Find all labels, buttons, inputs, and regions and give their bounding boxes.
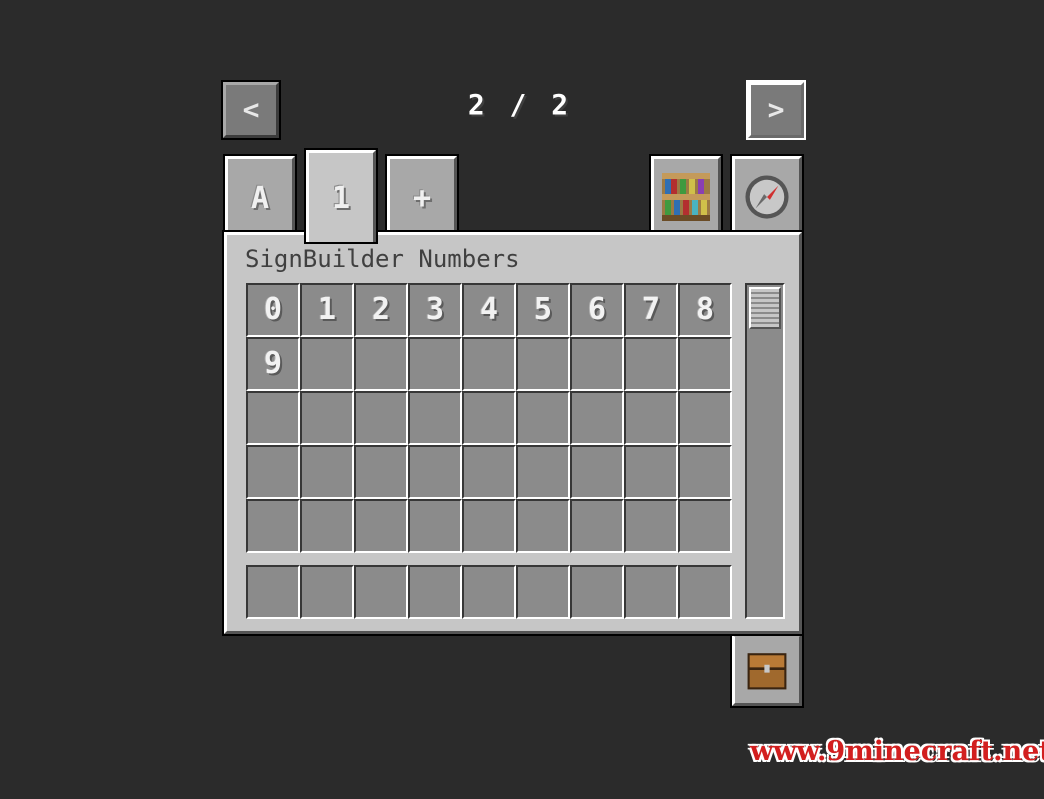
empty-slot[interactable] bbox=[408, 499, 462, 553]
hotbar-slot[interactable] bbox=[408, 565, 462, 619]
empty-slot[interactable] bbox=[462, 391, 516, 445]
hotbar-slot[interactable] bbox=[246, 565, 300, 619]
tab-compass[interactable] bbox=[730, 154, 804, 236]
empty-slot[interactable] bbox=[624, 337, 678, 391]
hotbar-slot[interactable] bbox=[570, 565, 624, 619]
empty-slot[interactable] bbox=[300, 337, 354, 391]
item-slot-number[interactable]: 3 bbox=[408, 283, 462, 337]
empty-slot[interactable] bbox=[300, 445, 354, 499]
item-slot-number[interactable]: 2 bbox=[354, 283, 408, 337]
empty-slot[interactable] bbox=[354, 337, 408, 391]
empty-slot[interactable] bbox=[354, 499, 408, 553]
next-page-button[interactable]: > bbox=[746, 80, 806, 140]
item-slot-number[interactable]: 0 bbox=[246, 283, 300, 337]
empty-slot[interactable] bbox=[570, 337, 624, 391]
empty-slot[interactable] bbox=[408, 337, 462, 391]
scrollbar-track[interactable] bbox=[745, 283, 785, 619]
item-slot-number[interactable]: 8 bbox=[678, 283, 732, 337]
empty-slot[interactable] bbox=[678, 499, 732, 553]
empty-slot[interactable] bbox=[300, 391, 354, 445]
tab-bookshelf[interactable] bbox=[649, 154, 723, 236]
empty-slot[interactable] bbox=[516, 499, 570, 553]
hotbar-slot[interactable] bbox=[462, 565, 516, 619]
hotbar-slot[interactable] bbox=[354, 565, 408, 619]
empty-slot[interactable] bbox=[516, 337, 570, 391]
empty-slot[interactable] bbox=[462, 337, 516, 391]
empty-slot[interactable] bbox=[246, 445, 300, 499]
empty-slot[interactable] bbox=[570, 445, 624, 499]
item-slot-number[interactable]: 1 bbox=[300, 283, 354, 337]
empty-slot[interactable] bbox=[678, 391, 732, 445]
empty-slot[interactable] bbox=[570, 499, 624, 553]
item-slot-number[interactable]: 9 bbox=[246, 337, 300, 391]
panel-title: SignBuilder Numbers bbox=[245, 245, 520, 273]
creative-inventory-panel: SignBuilder Numbers 012345678 9 bbox=[222, 230, 804, 636]
empty-slot[interactable] bbox=[678, 337, 732, 391]
hotbar bbox=[246, 565, 732, 619]
scrollbar-thumb[interactable] bbox=[749, 287, 781, 329]
hotbar-slot[interactable] bbox=[624, 565, 678, 619]
empty-slot[interactable] bbox=[462, 445, 516, 499]
item-slot-number[interactable]: 4 bbox=[462, 283, 516, 337]
empty-slot[interactable] bbox=[246, 499, 300, 553]
empty-slot[interactable] bbox=[354, 445, 408, 499]
number-one-icon: 1 bbox=[331, 181, 351, 216]
watermark: www.9minecraft.net bbox=[750, 736, 1044, 767]
hotbar-slot[interactable] bbox=[678, 565, 732, 619]
empty-slot[interactable] bbox=[408, 445, 462, 499]
empty-slot[interactable] bbox=[354, 391, 408, 445]
empty-slot[interactable] bbox=[246, 391, 300, 445]
empty-slot[interactable] bbox=[516, 445, 570, 499]
symbol-plus-icon: + bbox=[412, 181, 432, 216]
hotbar-slot[interactable] bbox=[516, 565, 570, 619]
item-slot-number[interactable]: 6 bbox=[570, 283, 624, 337]
empty-slot[interactable] bbox=[678, 445, 732, 499]
item-slot-number[interactable]: 7 bbox=[624, 283, 678, 337]
bookshelf-icon bbox=[662, 173, 710, 221]
empty-slot[interactable] bbox=[408, 391, 462, 445]
tab-inventory[interactable] bbox=[730, 632, 804, 708]
empty-slot[interactable] bbox=[516, 391, 570, 445]
empty-slot[interactable] bbox=[570, 391, 624, 445]
item-slot-number[interactable]: 5 bbox=[516, 283, 570, 337]
letter-a-icon: A bbox=[250, 181, 270, 216]
chest-icon bbox=[747, 653, 787, 690]
tab-numbers[interactable]: 1 bbox=[304, 148, 378, 244]
tab-symbols[interactable]: + bbox=[385, 154, 459, 238]
empty-slot[interactable] bbox=[624, 499, 678, 553]
empty-slot[interactable] bbox=[462, 499, 516, 553]
compass-icon bbox=[745, 175, 789, 219]
empty-slot[interactable] bbox=[624, 445, 678, 499]
empty-slot[interactable] bbox=[624, 391, 678, 445]
empty-slot[interactable] bbox=[300, 499, 354, 553]
page-indicator: 2 / 2 bbox=[467, 88, 573, 121]
tab-letters[interactable]: A bbox=[223, 154, 297, 238]
prev-page-button[interactable]: < bbox=[221, 80, 281, 140]
hotbar-slot[interactable] bbox=[300, 565, 354, 619]
item-grid: 012345678 9 bbox=[246, 283, 732, 553]
